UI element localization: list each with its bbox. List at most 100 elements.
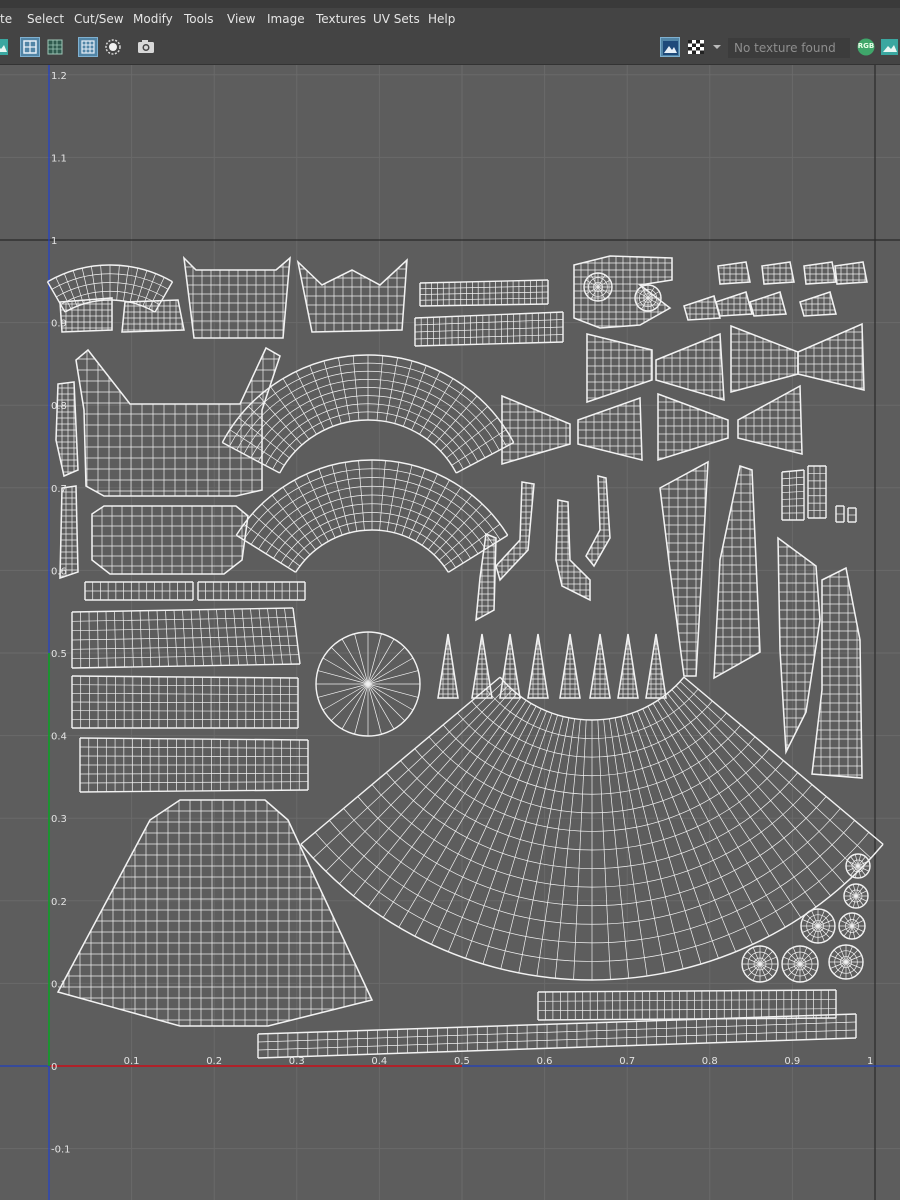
v-tick-label: 0.7: [51, 484, 67, 495]
frill-piece-top[interactable]: [761, 261, 795, 285]
menu-select[interactable]: Select: [27, 12, 64, 26]
menu-textures[interactable]: Textures: [316, 12, 366, 26]
bow-piece-7[interactable]: [657, 392, 729, 462]
shell-edge: [851, 920, 864, 927]
menu-help[interactable]: Help: [428, 12, 455, 26]
spike-shell[interactable]: [471, 633, 493, 699]
spike-shell[interactable]: [589, 633, 611, 699]
bow-piece-1[interactable]: [586, 333, 653, 404]
waist-band-a[interactable]: [84, 581, 194, 601]
cuff-disc-a[interactable]: [583, 272, 613, 302]
frill-piece-top[interactable]: [803, 261, 837, 285]
uv-viewport[interactable]: 1.2 1.1 1 0.9 0.8 0.7 0.6 0.5 0.4 0.3 0.2 0.1 0 -0.1 0…: [0, 65, 900, 1200]
band-upper[interactable]: [419, 279, 549, 307]
disc-e[interactable]: [741, 945, 779, 983]
side-strip-2[interactable]: [59, 485, 79, 580]
v-tick-label: -0.1: [51, 1145, 71, 1156]
disc-g[interactable]: [828, 944, 864, 980]
disc-c[interactable]: [800, 908, 836, 944]
shell-edge: [455, 441, 515, 474]
frill-piece-mid[interactable]: [683, 295, 721, 321]
spike-shell[interactable]: [645, 633, 667, 699]
side-strip-1[interactable]: [55, 381, 79, 478]
shaded-sphere-icon[interactable]: [103, 37, 123, 57]
shell-edge: [840, 925, 853, 932]
long-piece-2[interactable]: [713, 464, 761, 680]
u-tick-label: 0.4: [371, 1056, 387, 1067]
frill-piece-mid[interactable]: [799, 291, 837, 317]
small-tab-3[interactable]: [835, 505, 845, 523]
round-petal-shell[interactable]: [315, 631, 421, 737]
panel-c[interactable]: [79, 737, 309, 793]
skirt-lower-left[interactable]: [56, 799, 374, 1027]
strap-4[interactable]: [585, 475, 611, 568]
disc-d[interactable]: [838, 912, 866, 940]
spike-shell[interactable]: [559, 633, 581, 699]
long-piece-1[interactable]: [659, 460, 709, 677]
menu-uv-sets[interactable]: UV Sets: [373, 12, 420, 26]
display-image-icon[interactable]: [660, 37, 680, 57]
bottom-strip-2[interactable]: [257, 1013, 857, 1059]
uv-shells[interactable]: [46, 255, 884, 1059]
shell-edge: [781, 476, 805, 480]
shell-outline: [55, 381, 79, 478]
frill-piece-top[interactable]: [834, 261, 868, 285]
frill-piece-mid[interactable]: [715, 291, 753, 317]
bow-piece-4[interactable]: [797, 322, 865, 391]
shell-outline: [761, 261, 795, 285]
texture-name-field[interactable]: No texture found: [728, 38, 850, 58]
bow-piece-3[interactable]: [730, 324, 799, 394]
bow-piece-6[interactable]: [577, 396, 643, 461]
bow-piece-5[interactable]: [501, 394, 571, 466]
shell-edge: [71, 701, 299, 704]
menu-modify[interactable]: Modify: [133, 12, 173, 26]
panel-b[interactable]: [71, 675, 299, 729]
checker-icon[interactable]: [686, 37, 706, 57]
chevron-down-icon[interactable]: [710, 37, 724, 57]
shell-edge: [781, 469, 805, 473]
disc-a[interactable]: [845, 853, 871, 879]
disc-b[interactable]: [843, 883, 869, 909]
shell-edge: [781, 498, 805, 500]
bodice-back-shell[interactable]: [182, 255, 291, 339]
rgb-channels-icon[interactable]: RGB: [856, 37, 876, 57]
image-icon[interactable]: [0, 37, 10, 57]
uv-grid-icon[interactable]: [20, 37, 40, 57]
strap-3[interactable]: [555, 499, 591, 602]
uv-shell-grid-icon[interactable]: [78, 37, 98, 57]
image-icon[interactable]: [880, 37, 900, 57]
strap-1[interactable]: [495, 481, 535, 582]
band-lower[interactable]: [414, 311, 564, 347]
spike-shell[interactable]: [437, 633, 459, 699]
menu-edit-partial[interactable]: te: [0, 12, 12, 26]
frill-piece-mid[interactable]: [749, 291, 787, 317]
strap-2[interactable]: [475, 532, 497, 622]
shell-outline: [555, 499, 591, 602]
shell-edge: [79, 755, 309, 758]
spike-shell[interactable]: [617, 633, 639, 699]
sleeve-upper[interactable]: [221, 354, 515, 474]
long-piece-4[interactable]: [811, 566, 863, 779]
menu-image[interactable]: Image: [267, 12, 305, 26]
panel-a[interactable]: [71, 607, 301, 669]
menu-tools[interactable]: Tools: [184, 12, 214, 26]
tank-top-shell[interactable]: [75, 346, 281, 497]
cuff-disc-b[interactable]: [634, 284, 662, 312]
tank-lower-shell[interactable]: [91, 505, 249, 575]
bodice-front-shell[interactable]: [296, 258, 408, 333]
disc-f[interactable]: [781, 945, 819, 983]
menu-cut-sew[interactable]: Cut/Sew: [74, 12, 124, 26]
small-tab-2[interactable]: [807, 465, 827, 519]
small-tab-4[interactable]: [847, 507, 857, 523]
v-tick-label: 1.1: [51, 153, 67, 164]
frill-piece-top[interactable]: [717, 261, 751, 285]
small-tab-1[interactable]: [781, 469, 805, 521]
snapshot-icon[interactable]: [136, 37, 156, 57]
bow-piece-2[interactable]: [655, 332, 725, 402]
shell-edge: [781, 505, 805, 507]
sleeve-lower[interactable]: [235, 459, 509, 573]
menu-view[interactable]: View: [227, 12, 255, 26]
u-tick-label: 0.8: [702, 1056, 718, 1067]
uv-lattice-icon[interactable]: [45, 37, 65, 57]
shell-edge: [833, 961, 847, 975]
